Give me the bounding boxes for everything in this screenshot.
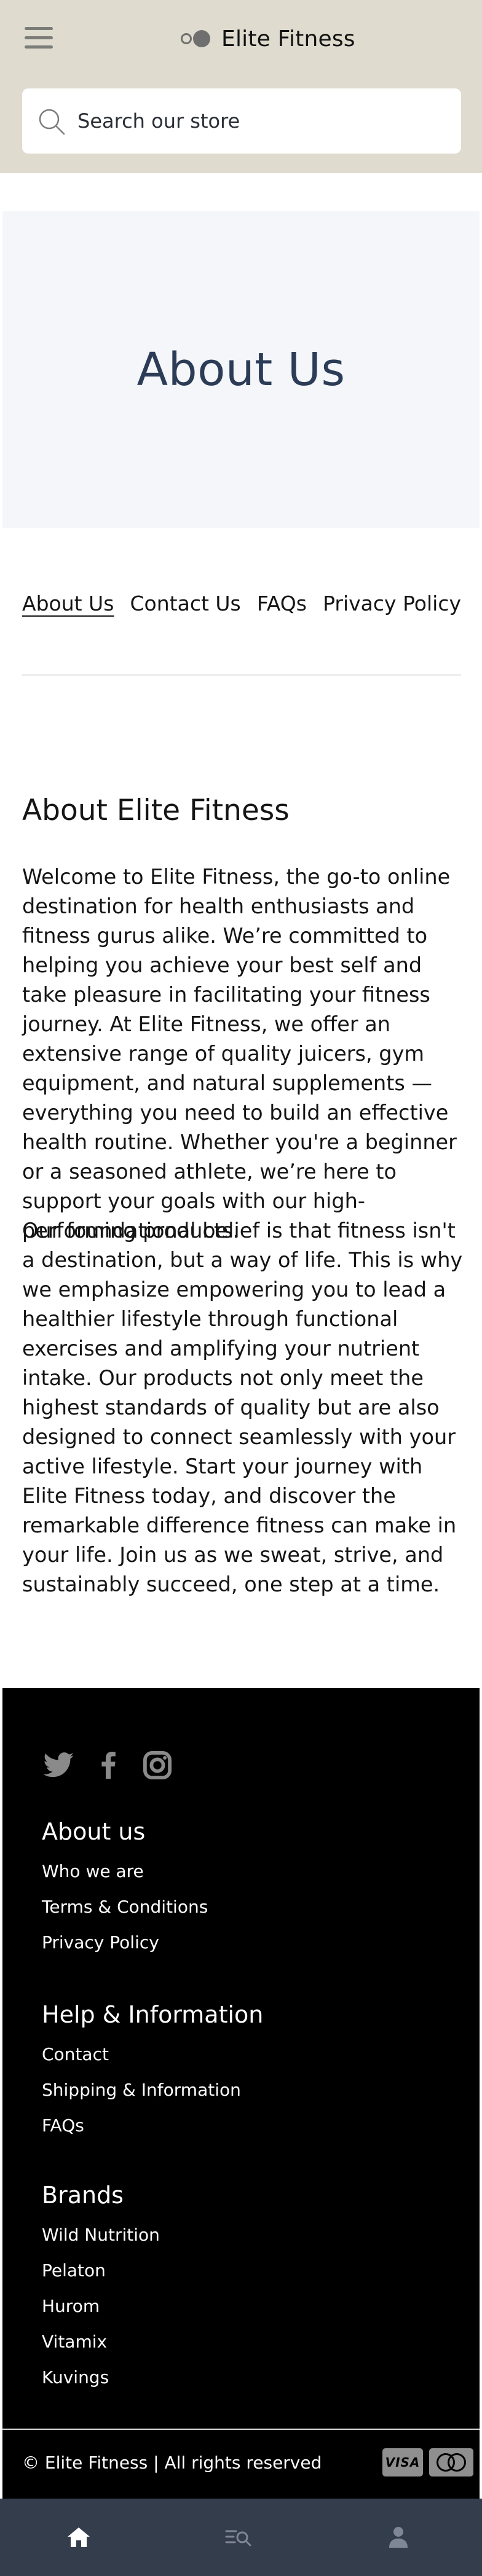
social-links [43,1749,173,1781]
copyright-text: © Elite Fitness | All rights reserved [22,2453,322,2473]
footer-link-shipping[interactable]: Shipping & Information [42,2080,241,2100]
footer-link-faqs[interactable]: FAQs [42,2115,84,2136]
search-input[interactable] [77,102,446,140]
site-footer: About us Who we are Terms & Conditions P… [2,1688,480,2499]
footer-link-contact[interactable]: Contact [42,2044,109,2064]
brand-link[interactable]: Elite Fitness [180,22,355,55]
brand-logo-icon [180,29,213,48]
footer-link-brand[interactable]: Pelaton [42,2260,106,2281]
footer-link-brand[interactable]: Vitamix [42,2332,107,2352]
brand-name: Elite Fitness [221,26,355,52]
content-paragraph: Our foundational belief is that fitness … [22,1219,463,1596]
hamburger-menu-icon [25,27,53,30]
search-list-icon[interactable] [202,2499,275,2576]
twitter-icon[interactable] [43,1749,75,1781]
footer-section-title: Help & Information [42,2001,264,2028]
footer-section-title: About us [42,1818,146,1845]
footer-link-privacy-policy[interactable]: Privacy Policy [42,1932,159,1953]
subnav-about-us[interactable]: About Us [22,591,114,615]
footer-section-title: Brands [42,2182,124,2209]
visa-card-icon: VISA [382,2448,423,2476]
footer-link-brand[interactable]: Kuvings [42,2367,109,2387]
bottom-navigation [0,2499,482,2576]
page-title: About Us [136,343,346,396]
account-icon[interactable] [362,2499,435,2576]
site-header: Elite Fitness [0,0,482,173]
footer-link-brand[interactable]: Hurom [42,2296,100,2316]
instagram-icon[interactable] [141,1749,173,1781]
mastercard-icon [429,2448,473,2476]
footer-link-brand[interactable]: Wild Nutrition [42,2225,160,2245]
search-box[interactable] [22,88,461,154]
subnav-faqs[interactable]: FAQs [257,591,307,615]
facebook-icon[interactable] [92,1749,124,1781]
content-paragraph: Welcome to Elite Fitness, the go-to onli… [22,865,457,1243]
page-subnav: About Us Contact Us FAQs Privacy Policy [22,585,461,622]
content-title: About Elite Fitness [22,794,290,827]
footer-link-who-we-are[interactable]: Who we are [42,1861,144,1881]
subnav-contact-us[interactable]: Contact Us [130,591,241,615]
section-divider [22,674,461,676]
footer-link-terms[interactable]: Terms & Conditions [42,1897,208,1917]
home-icon[interactable] [42,2499,116,2576]
search-icon [39,109,65,135]
subnav-privacy-policy[interactable]: Privacy Policy [323,591,461,615]
hero-banner: About Us [2,211,480,528]
footer-divider [2,2429,480,2430]
menu-button[interactable] [20,23,58,54]
